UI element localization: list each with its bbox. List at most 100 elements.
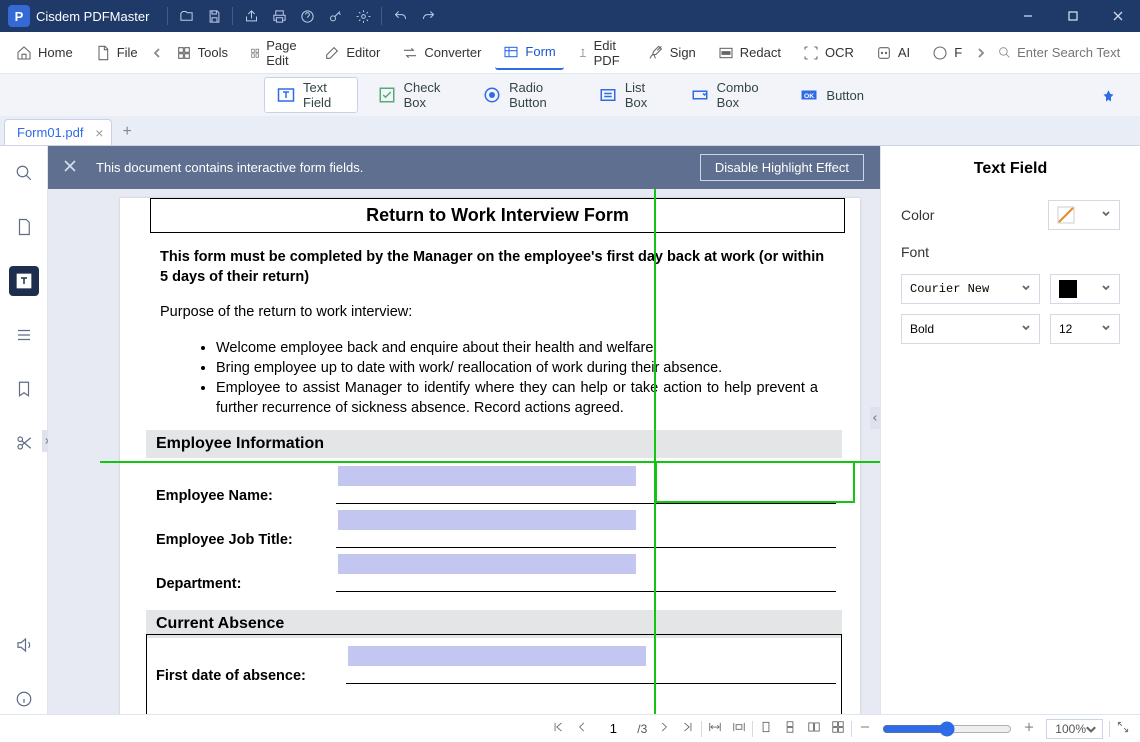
sidebar-info[interactable] [9,684,39,714]
fullscreen-icon[interactable] [1116,720,1130,737]
label-department: Department: [156,576,336,592]
minimize-button[interactable] [1005,0,1050,32]
bullet-item: Employee to assist Manager to identify w… [216,378,818,418]
open-icon[interactable] [172,2,200,30]
settings-icon[interactable] [349,2,377,30]
search-input[interactable] [1017,45,1138,60]
print-icon[interactable] [265,2,293,30]
font-size-select[interactable]: 12 [1050,314,1120,344]
nav-home[interactable]: Home [8,36,81,70]
banner-message: This document contains interactive form … [96,160,700,175]
nav-ocr[interactable]: OCR [795,36,862,70]
page-last-icon[interactable] [681,720,695,737]
sidebar-clip[interactable] [9,428,39,458]
view-continuous-icon[interactable] [783,720,797,737]
form-listbox[interactable]: List Box [587,77,671,113]
listbox-icon [599,86,617,104]
label-job-title: Employee Job Title: [156,532,336,548]
page-current[interactable] [599,721,627,736]
search-icon [998,45,1011,60]
sidebar-bookmarks[interactable] [9,374,39,404]
color-swatch [1059,280,1077,298]
nav-editor[interactable]: Editor [316,36,388,70]
help-icon[interactable] [293,2,321,30]
page-prev-icon[interactable] [575,720,589,737]
color-picker[interactable] [1048,200,1120,230]
selection-box[interactable] [655,461,855,503]
app-name: Cisdem PDFMaster [36,9,149,24]
sidebar-outline[interactable] [9,320,39,350]
form-button[interactable]: OK Button [788,77,876,113]
bullet-item: Bring employee up to date with work/ rea… [216,358,818,378]
nav-arrow-right[interactable] [976,48,986,58]
doc-purpose: Purpose of the return to work interview: [160,304,825,320]
zoom-in-icon[interactable] [1022,720,1036,737]
tab-label: Form01.pdf [17,125,83,140]
nav-form[interactable]: Form [495,36,563,70]
nav-edit-pdf[interactable]: Edit PDF [570,36,634,70]
sidebar-text[interactable] [9,266,39,296]
label-first-absence: First date of absence: [156,668,346,684]
sidebar-search[interactable] [9,158,39,188]
form-text-field[interactable]: Text Field [264,77,358,113]
nav-ai[interactable]: AI [868,36,918,70]
sidebar-sound[interactable] [9,630,39,660]
textfield-icon [277,86,295,104]
sidebar-pages[interactable] [9,212,39,242]
key-icon[interactable] [321,2,349,30]
form-field-title[interactable] [338,510,636,530]
fit-width-icon[interactable] [708,720,722,737]
font-family-select[interactable]: Courier New [901,274,1040,304]
view-two-cont-icon[interactable] [831,720,845,737]
form-field-name[interactable] [338,466,636,486]
checkbox-icon [378,86,396,104]
nav-converter[interactable]: Converter [394,36,489,70]
doc-title: Return to Work Interview Form [150,198,845,233]
page-total: /3 [637,722,647,736]
font-color-select[interactable] [1050,274,1120,304]
nav-page-edit[interactable]: Page Edit [242,36,310,70]
banner-close-icon[interactable] [64,160,86,175]
nav-redact[interactable]: Redact [710,36,789,70]
form-checkbox[interactable]: Check Box [366,77,464,113]
redo-icon[interactable] [414,2,442,30]
maximize-button[interactable] [1050,0,1095,32]
label-color: Color [901,207,934,223]
right-expand-handle[interactable] [870,407,880,429]
view-two-icon[interactable] [807,720,821,737]
close-button[interactable] [1095,0,1140,32]
font-weight-select[interactable]: Bold [901,314,1040,344]
label-font: Font [901,244,929,260]
fit-page-icon[interactable] [732,720,746,737]
new-tab-button[interactable]: + [112,119,141,145]
form-field-dept[interactable] [338,554,636,574]
form-field-firstabs[interactable] [348,646,646,666]
nav-tools[interactable]: Tools [168,36,236,70]
section-employee-info: Employee Information [146,430,842,458]
nav-f[interactable]: F [924,36,970,70]
label-employee-name: Employee Name: [156,488,336,504]
form-radio[interactable]: Radio Button [471,77,579,113]
bullet-item: Welcome employee back and enquire about … [216,338,818,358]
nav-sign[interactable]: Sign [640,36,704,70]
form-combobox[interactable]: Combo Box [679,77,781,113]
button-icon: OK [800,86,818,104]
nav-arrow-left[interactable] [152,48,162,58]
nav-file[interactable]: File [87,36,146,70]
panel-title: Text Field [901,160,1120,178]
save-icon[interactable] [200,2,228,30]
zoom-out-icon[interactable] [858,720,872,737]
doc-tab[interactable]: Form01.pdf × [4,119,112,145]
view-single-icon[interactable] [759,720,773,737]
no-color-icon [1057,206,1075,224]
disable-highlight-button[interactable]: Disable Highlight Effect [700,154,864,181]
zoom-select[interactable]: 100% [1046,719,1103,739]
undo-icon[interactable] [386,2,414,30]
share-icon[interactable] [237,2,265,30]
zoom-slider[interactable] [882,721,1012,737]
tab-close-icon[interactable]: × [95,125,103,141]
pdf-page: Return to Work Interview Form This form … [120,198,860,714]
page-first-icon[interactable] [551,720,565,737]
pin-button[interactable] [1096,84,1120,108]
page-next-icon[interactable] [657,720,671,737]
